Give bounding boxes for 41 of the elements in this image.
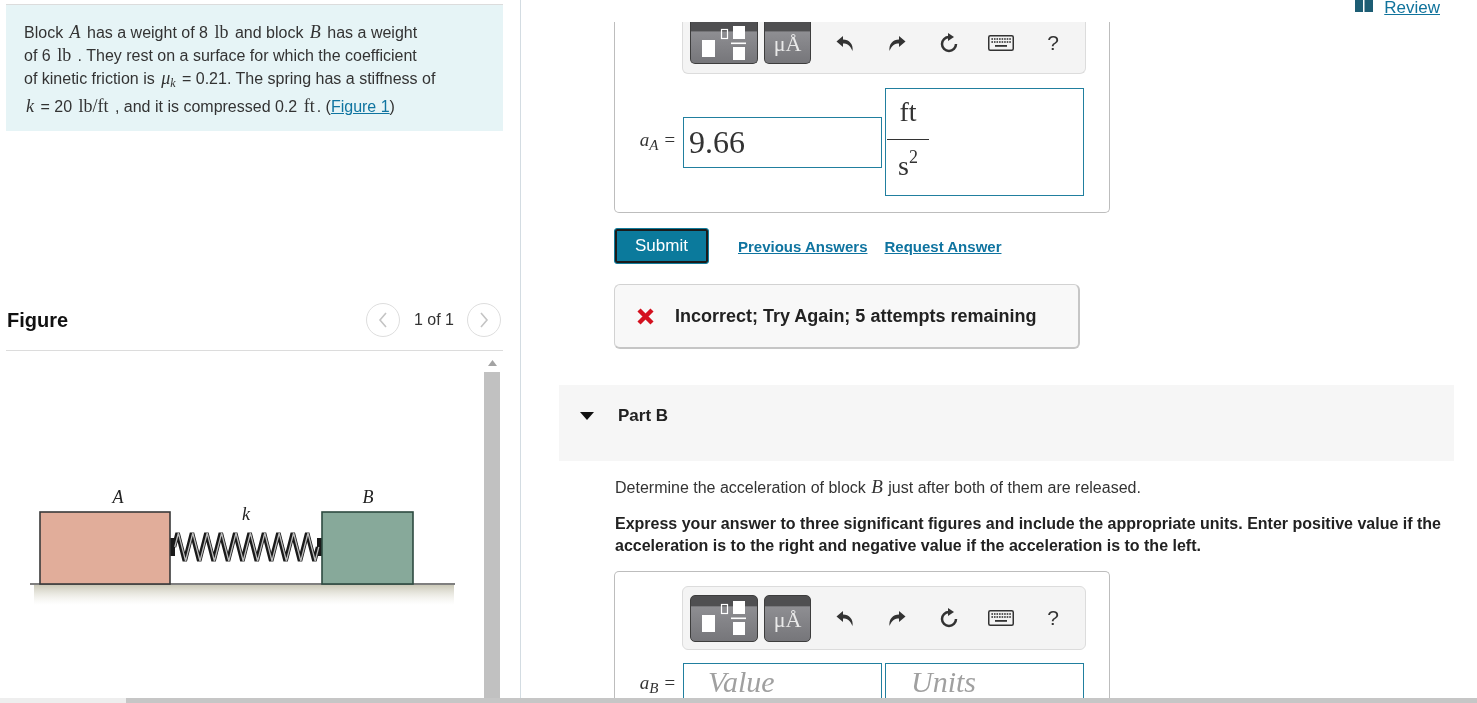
spring-label: k [242,504,250,524]
chevron-left-icon [377,312,388,328]
help-button[interactable]: ? [1027,594,1079,642]
review-link[interactable]: Review [1355,0,1440,16]
block-label: B [362,487,374,507]
undo-icon[interactable] [836,609,854,627]
part-header[interactable]: Part B [559,385,1454,461]
reset-icon[interactable] [939,33,959,53]
part-title: Part B [618,406,669,426]
variable-label: a$_{B}$ = [638,672,677,698]
templates-button[interactable] [690,22,758,64]
keyboard-icon[interactable] [988,35,1014,51]
reset-icon[interactable] [939,608,959,628]
variable-label: a$_{A}$ = [638,128,677,155]
keyboard-icon[interactable] [988,610,1014,626]
caret-icon[interactable] [580,412,594,420]
block-label: A [112,487,124,507]
symbols-button[interactable]: μÅ [764,594,811,642]
value-field[interactable]: 9.66 [683,116,882,168]
templates-button[interactable] [690,594,758,642]
answer-instructions: Express your answer to three significant figures and include the appropriate units. Enter positive value if the acceleration is to the right and negative value if the acceleration is to the left. [615,514,1442,556]
chevron-right-icon [479,312,489,328]
help-button[interactable]: ? [1027,22,1079,64]
fraction-template-icon [702,601,746,635]
previous-answers-link[interactable]: Previous Answers [738,237,868,255]
undo-icon[interactable] [836,34,854,52]
symbols-button[interactable]: μÅ [764,22,811,64]
figure-link[interactable]: Figure 1 [330,98,390,115]
question-prompt: Determine the acceleration of block B just after both of them are released. [615,477,1142,498]
submit-button[interactable]: Submit [614,228,709,264]
feedback-text: Incorrect; Try Again; 5 attempts remaining [675,305,1037,327]
redo-icon[interactable] [888,34,906,52]
book-icon [1355,0,1374,12]
figure-pager-text: 1 of 1 [413,311,454,329]
fraction-template-icon [702,25,746,60]
problem-statement: Block A has a weight of 8 lb and block B has a weight of 6 lb . They rest on a surface for which the coefficient of kinetic friction is μ$_{k}$ = 0.21. The spring has a stiffness of k = 20 lb/ft , and it is compressed 0.2 ft. (Figure 1) [24,21,437,118]
figure-title: Figure [6,308,69,332]
request-answer-link[interactable]: Request Answer [884,237,1002,255]
scrollbar-thumb[interactable] [484,372,500,698]
redo-icon[interactable] [888,609,906,627]
units-field[interactable]: ft s$^{2}$ [885,88,1084,196]
